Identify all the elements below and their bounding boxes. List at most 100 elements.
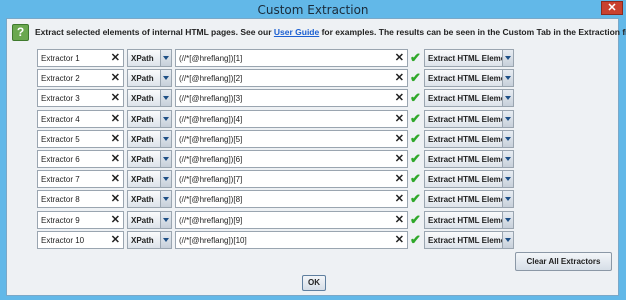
clear-name-icon[interactable]: ✕ <box>111 52 120 65</box>
chevron-down-icon[interactable] <box>160 171 171 188</box>
chevron-down-icon[interactable] <box>160 110 171 127</box>
extraction-mode-select[interactable]: Extract HTML Element <box>424 170 514 189</box>
extraction-mode-select[interactable]: Extract HTML Element <box>424 109 514 128</box>
extractor-row: Extractor 10 ✕ XPath (//*[@hreflang])[10] ✕ ✔… <box>37 230 517 249</box>
extraction-mode-select[interactable]: Extract HTML Element <box>424 69 514 88</box>
extractor-expression-field[interactable]: (//*[@hreflang])[7] ✕ <box>175 170 408 189</box>
extractor-type-select[interactable]: XPath <box>127 109 172 128</box>
chevron-down-icon[interactable] <box>502 50 513 66</box>
extractor-type-value: XPath <box>131 54 154 63</box>
extraction-mode-select[interactable]: Extract HTML Element <box>424 49 514 67</box>
extractor-type-select[interactable]: XPath <box>127 170 172 189</box>
chevron-down-icon[interactable] <box>502 90 513 107</box>
extractor-expression-field[interactable]: (//*[@hreflang])[6] ✕ <box>175 150 408 168</box>
chevron-down-icon[interactable] <box>502 231 513 248</box>
extractor-expression-field[interactable]: (//*[@hreflang])[3] ✕ <box>175 89 408 108</box>
extraction-mode-select[interactable]: Extract HTML Element <box>424 150 514 168</box>
extractor-row: Extractor 1 ✕ XPath (//*[@hreflang])[1] ✕ ✔ Ex… <box>37 49 517 67</box>
clear-expression-icon[interactable]: ✕ <box>395 173 404 186</box>
extractor-name-field[interactable]: Extractor 5 ✕ <box>37 129 124 148</box>
extractor-expression-value: (//*[@hreflang])[9] <box>179 215 243 225</box>
clear-expression-icon[interactable]: ✕ <box>395 92 404 105</box>
clear-expression-icon[interactable]: ✕ <box>395 133 404 146</box>
clear-name-icon[interactable]: ✕ <box>111 133 120 146</box>
extractor-name-field[interactable]: Extractor 10 ✕ <box>37 230 124 249</box>
extraction-mode-select[interactable]: Extract HTML Element <box>424 230 514 249</box>
extractor-name-field[interactable]: Extractor 6 ✕ <box>37 150 124 168</box>
extractor-type-select[interactable]: XPath <box>127 210 172 229</box>
clear-all-extractors-button[interactable]: Clear All Extractors <box>515 252 612 271</box>
chevron-down-icon[interactable] <box>502 211 513 228</box>
chevron-down-icon[interactable] <box>502 70 513 87</box>
chevron-down-icon[interactable] <box>160 211 171 228</box>
extractor-expression-value: (//*[@hreflang])[7] <box>179 175 243 185</box>
extractor-name-field[interactable]: Extractor 3 ✕ <box>37 89 124 108</box>
extraction-mode-value: Extract HTML Element <box>428 54 513 63</box>
chevron-down-icon[interactable] <box>160 231 171 248</box>
extraction-mode-select[interactable]: Extract HTML Element <box>424 89 514 108</box>
extractor-type-select[interactable]: XPath <box>127 69 172 88</box>
extractor-type-select[interactable]: XPath <box>127 230 172 249</box>
clear-name-icon[interactable]: ✕ <box>111 72 120 85</box>
extractor-type-select[interactable]: XPath <box>127 129 172 148</box>
extraction-mode-select[interactable]: Extract HTML Element <box>424 190 514 209</box>
extractor-name-value: Extractor 9 <box>41 215 80 225</box>
extractor-name-field[interactable]: Extractor 4 ✕ <box>37 109 124 128</box>
extractor-name-field[interactable]: Extractor 7 ✕ <box>37 170 124 189</box>
clear-name-icon[interactable]: ✕ <box>111 153 120 166</box>
extractor-type-select[interactable]: XPath <box>127 190 172 209</box>
chevron-down-icon[interactable] <box>502 130 513 147</box>
extractor-type-select[interactable]: XPath <box>127 150 172 168</box>
chevron-down-icon[interactable] <box>160 70 171 87</box>
extractor-expression-field[interactable]: (//*[@hreflang])[9] ✕ <box>175 210 408 229</box>
extraction-mode-select[interactable]: Extract HTML Element <box>424 129 514 148</box>
clear-name-icon[interactable]: ✕ <box>111 113 120 126</box>
checkmark-icon: ✔ <box>410 70 421 86</box>
extractor-expression-field[interactable]: (//*[@hreflang])[10] ✕ <box>175 230 408 249</box>
close-button[interactable]: ✕ <box>601 1 623 15</box>
chevron-down-icon[interactable] <box>160 50 171 66</box>
extractor-expression-field[interactable]: (//*[@hreflang])[8] ✕ <box>175 190 408 209</box>
clear-name-icon[interactable]: ✕ <box>111 234 120 247</box>
ok-button[interactable]: OK <box>302 275 326 291</box>
extractor-expression-field[interactable]: (//*[@hreflang])[5] ✕ <box>175 129 408 148</box>
extractor-name-value: Extractor 7 <box>41 175 80 185</box>
extractor-expression-value: (//*[@hreflang])[2] <box>179 74 243 84</box>
clear-name-icon[interactable]: ✕ <box>111 92 120 105</box>
chevron-down-icon[interactable] <box>160 90 171 107</box>
extractor-name-field[interactable]: Extractor 1 ✕ <box>37 49 124 67</box>
clear-expression-icon[interactable]: ✕ <box>395 153 404 166</box>
chevron-down-icon[interactable] <box>502 171 513 188</box>
extractor-expression-field[interactable]: (//*[@hreflang])[4] ✕ <box>175 109 408 128</box>
extractor-name-field[interactable]: Extractor 2 ✕ <box>37 69 124 88</box>
user-guide-link[interactable]: User Guide <box>274 27 319 37</box>
chevron-down-icon[interactable] <box>160 191 171 208</box>
extractor-expression-field[interactable]: (//*[@hreflang])[1] ✕ <box>175 49 408 67</box>
extractor-type-select[interactable]: XPath <box>127 89 172 108</box>
chevron-down-icon[interactable] <box>160 151 171 167</box>
chevron-down-icon[interactable] <box>502 151 513 167</box>
extractor-type-select[interactable]: XPath <box>127 49 172 67</box>
clear-expression-icon[interactable]: ✕ <box>395 113 404 126</box>
help-icon[interactable]: ? <box>12 24 29 41</box>
extractor-name-field[interactable]: Extractor 9 ✕ <box>37 210 124 229</box>
intro-text-before: Extract selected elements of internal HT… <box>35 27 274 37</box>
title-bar[interactable]: Custom Extraction ✕ <box>0 0 626 18</box>
extractor-type-value: XPath <box>131 155 154 164</box>
extraction-mode-select[interactable]: Extract HTML Element <box>424 210 514 229</box>
extractor-name-value: Extractor 4 <box>41 114 80 124</box>
clear-expression-icon[interactable]: ✕ <box>395 52 404 65</box>
chevron-down-icon[interactable] <box>502 191 513 208</box>
clear-expression-icon[interactable]: ✕ <box>395 234 404 247</box>
clear-name-icon[interactable]: ✕ <box>111 214 120 227</box>
extractor-row: Extractor 5 ✕ XPath (//*[@hreflang])[5] ✕ ✔ Ex… <box>37 129 517 148</box>
clear-expression-icon[interactable]: ✕ <box>395 214 404 227</box>
chevron-down-icon[interactable] <box>160 130 171 147</box>
extractor-name-field[interactable]: Extractor 8 ✕ <box>37 190 124 209</box>
chevron-down-icon[interactable] <box>502 110 513 127</box>
clear-name-icon[interactable]: ✕ <box>111 193 120 206</box>
clear-expression-icon[interactable]: ✕ <box>395 72 404 85</box>
clear-expression-icon[interactable]: ✕ <box>395 193 404 206</box>
clear-name-icon[interactable]: ✕ <box>111 173 120 186</box>
extractor-expression-field[interactable]: (//*[@hreflang])[2] ✕ <box>175 69 408 88</box>
